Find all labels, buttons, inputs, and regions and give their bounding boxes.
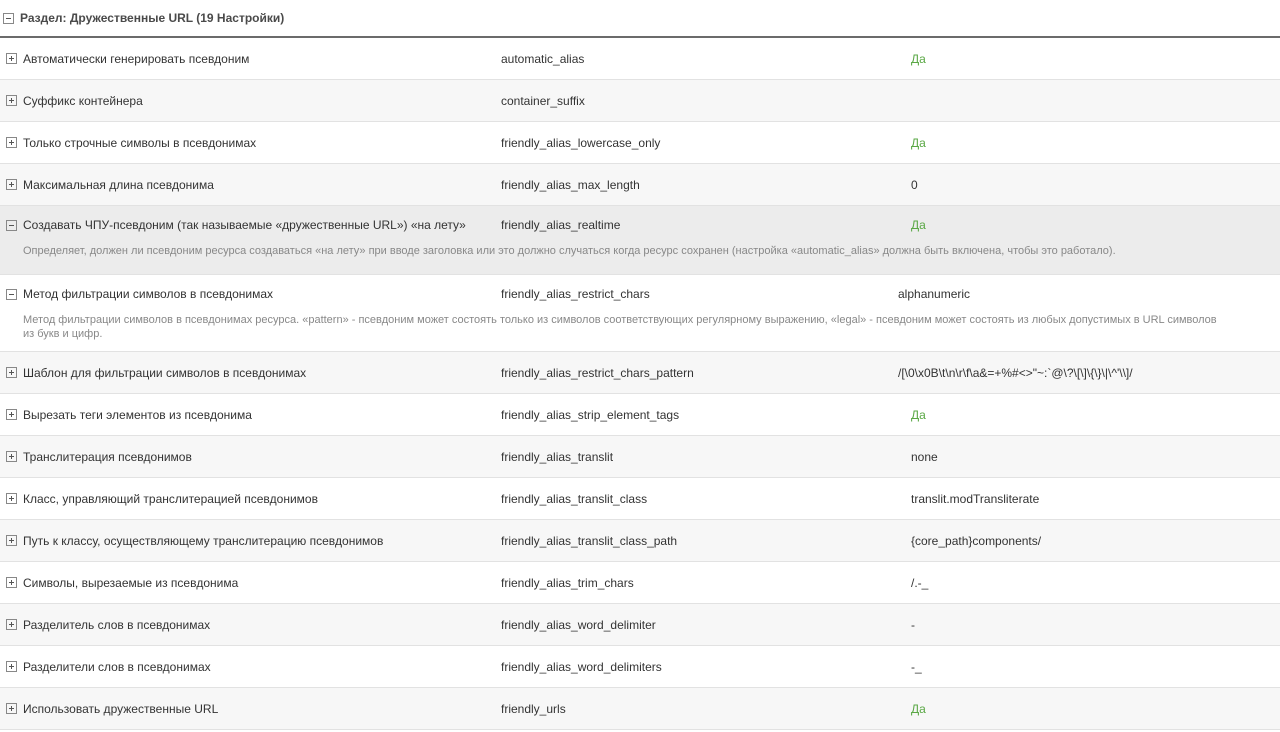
expand-row-icon[interactable] [6, 619, 17, 630]
expand-row-icon[interactable] [6, 703, 17, 714]
table-row[interactable]: Разделители слов в псевдонимах friendly_… [0, 646, 1280, 688]
setting-value[interactable]: Да [911, 52, 926, 66]
setting-key: friendly_alias_lowercase_only [501, 135, 661, 150]
settings-grid: Раздел: Дружественные URL (19 Настройки)… [0, 0, 1280, 730]
description-line: Определяет, должен ли псевдоним ресурса … [23, 245, 1116, 257]
setting-value[interactable]: Да [911, 136, 926, 150]
setting-key: friendly_alias_strip_element_tags [501, 407, 680, 422]
description-line: из букв и цифр. [23, 328, 103, 340]
expand-row-icon[interactable] [6, 409, 17, 420]
setting-name: Использовать дружественные URL [23, 701, 219, 716]
group-header[interactable]: Раздел: Дружественные URL (19 Настройки) [0, 0, 1280, 38]
table-row[interactable]: Максимальная длина псевдонима friendly_a… [0, 164, 1280, 206]
table-row[interactable]: Суффикс контейнера container_suffix [0, 80, 1280, 122]
setting-key: container_suffix [501, 93, 585, 108]
setting-key: friendly_alias_word_delimiters [501, 659, 662, 674]
table-row[interactable]: Шаблон для фильтрации символов в псевдон… [0, 352, 1280, 394]
collapse-row-icon[interactable] [6, 220, 17, 231]
setting-key: friendly_alias_realtime [501, 218, 621, 232]
setting-value[interactable]: alphanumeric [898, 287, 970, 301]
table-row[interactable]: Класс, управляющий транслитерацией псевд… [0, 478, 1280, 520]
setting-description: Метод фильтрации символов в псевдонимах … [0, 313, 1280, 351]
expand-row-icon[interactable] [6, 493, 17, 504]
setting-name: Транслитерация псевдонимов [23, 449, 192, 464]
description-line: Метод фильтрации символов в псевдонимах … [23, 314, 1217, 326]
table-row-expanded[interactable]: Метод фильтрации символов в псевдонимах … [0, 275, 1280, 352]
collapse-row-icon[interactable] [6, 289, 17, 300]
setting-name: Создавать ЧПУ-псевдоним (так называемые … [23, 218, 466, 232]
table-row[interactable]: Использовать дружественные URL friendly_… [0, 688, 1280, 730]
table-row[interactable]: Транслитерация псевдонимов friendly_alia… [0, 436, 1280, 478]
setting-value[interactable]: /.-_ [911, 576, 928, 590]
table-row[interactable]: Символы, вырезаемые из псевдонима friend… [0, 562, 1280, 604]
setting-value[interactable]: none [911, 450, 938, 464]
setting-key: friendly_alias_translit_class [501, 491, 648, 506]
setting-value[interactable]: - [911, 618, 915, 632]
expand-row-icon[interactable] [6, 179, 17, 190]
setting-key: friendly_alias_restrict_chars_pattern [501, 365, 694, 380]
setting-value[interactable]: translit.modTransliterate [911, 492, 1039, 506]
collapse-group-icon[interactable] [3, 12, 14, 24]
expand-row-icon[interactable] [6, 53, 17, 64]
setting-description: Определяет, должен ли псевдоним ресурса … [0, 244, 1280, 274]
table-row[interactable]: Разделитель слов в псевдонимах friendly_… [0, 604, 1280, 646]
setting-key: automatic_alias [501, 51, 585, 66]
setting-key: friendly_alias_translit_class_path [501, 533, 678, 548]
setting-name: Путь к классу, осуществляющему транслите… [23, 533, 384, 548]
setting-name: Автоматически генерировать псевдоним [23, 51, 250, 66]
expand-row-icon[interactable] [6, 451, 17, 462]
table-row[interactable]: Только строчные символы в псевдонимах fr… [0, 122, 1280, 164]
table-row-expanded[interactable]: Создавать ЧПУ-псевдоним (так называемые … [0, 206, 1280, 275]
table-row[interactable]: Автоматически генерировать псевдоним aut… [0, 38, 1280, 80]
setting-name: Вырезать теги элементов из псевдонима [23, 407, 252, 422]
expand-row-icon[interactable] [6, 535, 17, 546]
setting-name: Класс, управляющий транслитерацией псевд… [23, 491, 318, 506]
setting-key: friendly_alias_translit [501, 449, 614, 464]
setting-value[interactable]: /[\0\x0B\t\n\r\f\a&=+%#<>"~:`@\?\[\]\{\}… [898, 366, 1133, 380]
setting-key: friendly_alias_restrict_chars [501, 287, 650, 301]
expand-row-icon[interactable] [6, 95, 17, 106]
setting-value[interactable]: Да [911, 408, 926, 422]
group-title: Раздел: Дружественные URL (19 Настройки) [20, 11, 285, 25]
setting-value[interactable]: Да [911, 702, 926, 716]
setting-value[interactable]: 0 [911, 178, 918, 192]
expand-row-icon[interactable] [6, 367, 17, 378]
setting-name: Максимальная длина псевдонима [23, 177, 214, 192]
table-row[interactable]: Вырезать теги элементов из псевдонима fr… [0, 394, 1280, 436]
table-row[interactable]: Путь к классу, осуществляющему транслите… [0, 520, 1280, 562]
setting-name: Шаблон для фильтрации символов в псевдон… [23, 365, 307, 380]
expand-row-icon[interactable] [6, 661, 17, 672]
setting-name: Только строчные символы в псевдонимах [23, 135, 257, 150]
setting-name: Разделители слов в псевдонимах [23, 659, 211, 674]
setting-value[interactable]: {core_path}components/ [911, 534, 1041, 548]
expand-row-icon[interactable] [6, 137, 17, 148]
setting-name: Символы, вырезаемые из псевдонима [23, 575, 239, 590]
expand-row-icon[interactable] [6, 577, 17, 588]
setting-value[interactable]: -_ [911, 660, 922, 674]
setting-value[interactable]: Да [911, 218, 926, 232]
setting-key: friendly_urls [501, 701, 566, 716]
setting-name: Суффикс контейнера [23, 93, 143, 108]
setting-key: friendly_alias_trim_chars [501, 575, 634, 590]
setting-name: Метод фильтрации символов в псевдонимах [23, 287, 274, 301]
setting-key: friendly_alias_word_delimiter [501, 617, 656, 632]
setting-key: friendly_alias_max_length [501, 177, 640, 192]
setting-name: Разделитель слов в псевдонимах [23, 617, 211, 632]
